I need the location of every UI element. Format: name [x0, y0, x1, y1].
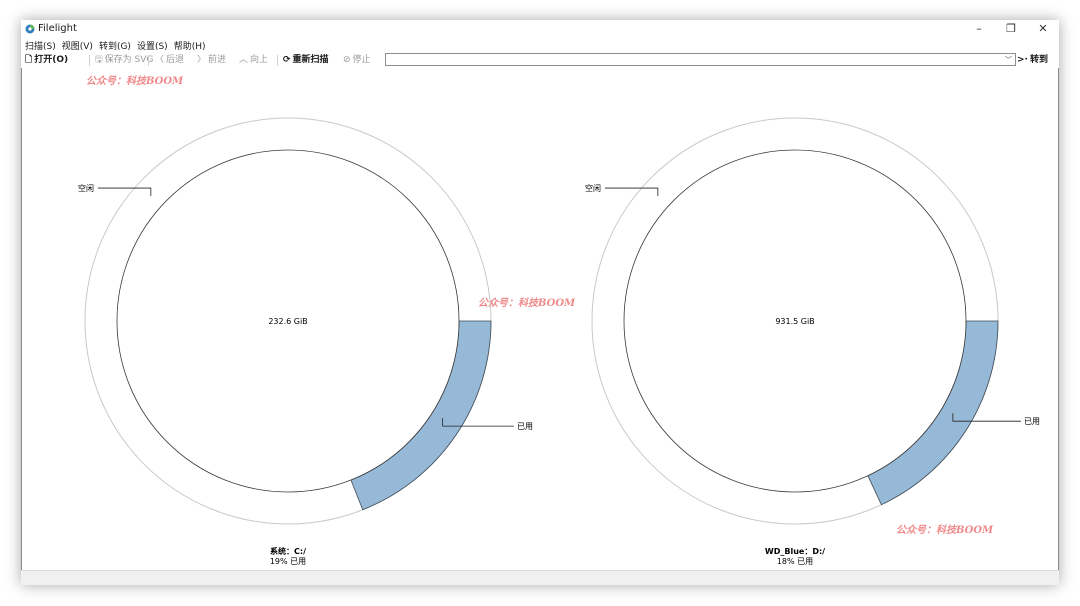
go-button[interactable]: >· 转到: [1017, 54, 1048, 66]
document-open-icon: 🗋: [25, 55, 33, 65]
disk-total-size: 232.6 GiB: [268, 317, 307, 326]
chevron-right-icon: 〉: [197, 55, 207, 65]
up-button[interactable]: ︿ 向上: [239, 54, 268, 66]
menu-view[interactable]: 视图(V): [58, 38, 93, 52]
chevron-left-icon: 〈: [155, 55, 165, 65]
disk-usage-percent: 18% 已用: [777, 557, 813, 566]
toolbar-separator: [89, 55, 90, 66]
stop-label: 停止: [352, 55, 371, 65]
toolbar-separator: [148, 55, 149, 66]
go-label: 转到: [1029, 55, 1048, 65]
disk-map-c[interactable]: 232.6 GiB 空闲 已用 系统：C:/ 19% 已用: [78, 117, 533, 566]
used-label: 已用: [517, 422, 533, 431]
toolbar: 🗋 打开(O) 🖫 保存为 SVG 〈 后退 〉 前进 ︿ 向上 ⟳ 重新扫描 …: [21, 52, 1059, 69]
up-label: 向上: [250, 55, 269, 65]
minimize-button[interactable]: –: [963, 20, 995, 38]
forward-button[interactable]: 〉 前进: [197, 54, 226, 66]
toolbar-separator: [277, 55, 278, 66]
menu-settings[interactable]: 设置(S): [133, 38, 168, 52]
used-label: 已用: [1024, 417, 1040, 426]
menu-scan[interactable]: 扫描(S): [21, 38, 56, 52]
menu-help[interactable]: 帮助(H): [170, 38, 206, 52]
open-label: 打开(O): [34, 55, 69, 65]
go-arrow-icon: >·: [1017, 55, 1028, 65]
watermark-text: 公众号：科技BOOM: [86, 76, 184, 87]
disk-map-d[interactable]: 931.5 GiB 空闲 已用 WD_Blue：D:/ 18% 已用: [585, 117, 1040, 566]
disk-name: WD_Blue：D:/: [765, 547, 825, 556]
disk-name: 系统：C:/: [270, 546, 306, 556]
menu-go[interactable]: 转到(G): [95, 38, 131, 52]
stop-button[interactable]: ⊘ 停止: [343, 54, 371, 66]
save-icon: 🖫: [95, 55, 103, 65]
disk-total-size: 931.5 GiB: [775, 317, 814, 326]
open-button[interactable]: 🗋 打开(O): [25, 54, 68, 66]
watermark-text: 公众号：科技BOOM: [478, 298, 576, 309]
watermark-text: 公众号：科技BOOM: [896, 525, 994, 536]
back-button[interactable]: 〈 后退: [155, 54, 184, 66]
restore-button[interactable]: ❐: [995, 20, 1027, 38]
rescan-label: 重新扫描: [292, 55, 329, 65]
free-label: 空闲: [78, 183, 94, 193]
radial-map-area: 232.6 GiB 空闲 已用 系统：C:/ 19% 已用 931.5 GiB …: [21, 68, 1059, 570]
status-bar: [21, 570, 1059, 585]
rescan-button[interactable]: ⟳ 重新扫描: [283, 54, 329, 66]
refresh-icon: ⟳: [283, 55, 291, 65]
stop-icon: ⊘: [343, 55, 351, 65]
title-bar: Filelight – ❐ ✕: [21, 20, 1059, 38]
window-title: Filelight: [38, 23, 77, 34]
path-input[interactable]: [385, 53, 1016, 66]
forward-label: 前进: [208, 55, 227, 65]
menu-bar: 扫描(S) 视图(V) 转到(G) 设置(S) 帮助(H): [21, 38, 1059, 52]
filelight-logo-icon: [25, 24, 35, 34]
free-label: 空闲: [585, 183, 601, 193]
save-svg-label: 保存为 SVG: [104, 55, 154, 65]
chevron-down-icon[interactable]: ﹀: [1005, 55, 1012, 65]
chevron-up-icon: ︿: [239, 55, 249, 65]
disk-usage-percent: 19% 已用: [270, 557, 306, 566]
save-svg-button[interactable]: 🖫 保存为 SVG: [95, 54, 153, 66]
close-button[interactable]: ✕: [1027, 20, 1059, 38]
back-label: 后退: [166, 55, 185, 65]
disk-usage-maps: 232.6 GiB 空闲 已用 系统：C:/ 19% 已用 931.5 GiB …: [78, 117, 1040, 566]
